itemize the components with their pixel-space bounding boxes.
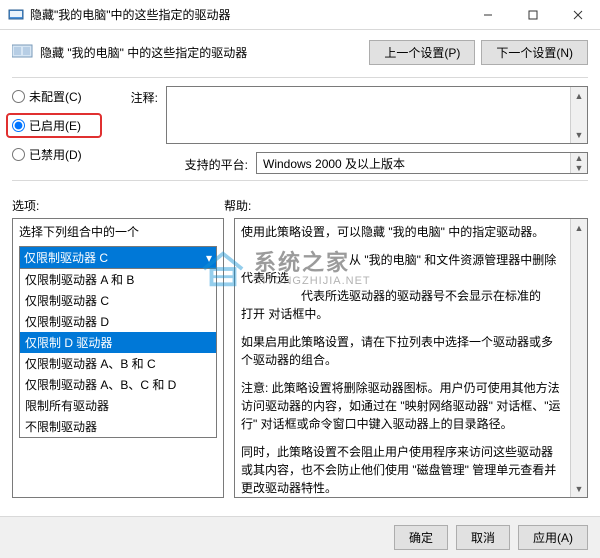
radio-disabled[interactable]: 已禁用(D) — [12, 146, 102, 163]
combo-option[interactable]: 不限制驱动器 — [20, 416, 216, 437]
combo-option[interactable]: 仅限制驱动器 A、B 和 C — [20, 353, 216, 374]
window-controls — [465, 0, 600, 29]
dialog-footer: 确定 取消 应用(A) — [0, 516, 600, 558]
scroll-up-icon[interactable]: ▲ — [571, 219, 587, 236]
help-header: 帮助: — [224, 197, 588, 214]
comment-textbox[interactable]: ▲ ▼ — [166, 86, 588, 144]
apply-button[interactable]: 应用(A) — [518, 525, 588, 550]
help-p2: 隐藏占位文字段落占从 "我的电脑" 和文件资源管理器中删除代表所选 占位文字段代… — [241, 251, 564, 323]
header-subtitle: 隐藏 "我的电脑" 中的这些指定的驱动器 — [40, 44, 247, 61]
help-p1: 使用此策略设置，可以隐藏 "我的电脑" 中的指定驱动器。 — [241, 223, 564, 241]
radio-disabled-input[interactable] — [12, 148, 25, 161]
combo-option[interactable]: 仅限制驱动器 D — [20, 311, 216, 332]
radio-not-configured-label: 未配置(C) — [29, 88, 82, 105]
options-heading: 选择下列组合中的一个 — [13, 219, 223, 246]
state-radio-group: 未配置(C) 已启用(E) 已禁用(D) — [12, 86, 102, 174]
combo-option[interactable]: 限制所有驱动器 — [20, 395, 216, 416]
ok-button[interactable]: 确定 — [394, 525, 448, 550]
combo-option[interactable]: 仅限制驱动器 A 和 B — [20, 269, 216, 290]
comment-label: 注释: — [102, 86, 166, 144]
radio-enabled-highlight: 已启用(E) — [6, 113, 102, 138]
platform-label: 支持的平台: — [102, 153, 256, 173]
maximize-button[interactable] — [510, 0, 555, 29]
prev-setting-button[interactable]: 上一个设置(P) — [369, 40, 475, 65]
platform-box: Windows 2000 及以上版本 ▲ ▼ — [256, 152, 588, 174]
radio-disabled-label: 已禁用(D) — [29, 146, 82, 163]
combo-option[interactable]: 仅限制 D 驱动器 — [20, 332, 216, 353]
options-header: 选项: — [12, 197, 224, 214]
options-panel: 选择下列组合中的一个 仅限制驱动器 C ▾ 仅限制驱动器 A 和 B仅限制驱动器… — [12, 218, 224, 498]
scroll-down-icon[interactable]: ▼ — [571, 126, 587, 143]
comment-scrollbar[interactable]: ▲ ▼ — [570, 87, 587, 143]
radio-enabled-input[interactable] — [12, 119, 25, 132]
app-icon — [8, 7, 24, 23]
options-combobox[interactable]: 仅限制驱动器 C ▾ 仅限制驱动器 A 和 B仅限制驱动器 C仅限制驱动器 D仅… — [19, 246, 217, 438]
help-p4: 注意: 此策略设置将删除驱动器图标。用户仍可使用其他方法访问驱动器的内容，如通过… — [241, 379, 564, 433]
separator — [12, 77, 588, 78]
radio-not-configured-input[interactable] — [12, 90, 25, 103]
platform-scrollbar[interactable]: ▲ ▼ — [570, 153, 587, 173]
separator — [12, 180, 588, 181]
radio-enabled[interactable]: 已启用(E) — [12, 117, 96, 134]
window-title: 隐藏"我的电脑"中的这些指定的驱动器 — [30, 6, 231, 23]
next-setting-button[interactable]: 下一个设置(N) — [481, 40, 588, 65]
scroll-down-icon[interactable]: ▼ — [571, 480, 587, 497]
scroll-down-icon[interactable]: ▼ — [571, 163, 587, 173]
scroll-up-icon[interactable]: ▲ — [571, 153, 587, 163]
help-p5: 同时，此策略设置不会阻止用户使用程序来访问这些驱动器或其内容，也不会防止他们使用… — [241, 443, 564, 497]
combo-selected-text: 仅限制驱动器 C — [24, 249, 108, 266]
policy-icon — [12, 42, 34, 63]
radio-not-configured[interactable]: 未配置(C) — [12, 88, 102, 105]
help-scrollbar[interactable]: ▲ ▼ — [570, 219, 587, 497]
radio-enabled-label: 已启用(E) — [29, 117, 81, 134]
minimize-button[interactable] — [465, 0, 510, 29]
cancel-button[interactable]: 取消 — [456, 525, 510, 550]
close-button[interactable] — [555, 0, 600, 29]
combo-dropdown-list: 仅限制驱动器 A 和 B仅限制驱动器 C仅限制驱动器 D仅限制 D 驱动器仅限制… — [20, 268, 216, 437]
scroll-up-icon[interactable]: ▲ — [571, 87, 587, 104]
combo-selected[interactable]: 仅限制驱动器 C ▾ — [20, 247, 216, 268]
help-text: 使用此策略设置，可以隐藏 "我的电脑" 中的指定驱动器。 隐藏占位文字段落占从 … — [235, 219, 570, 497]
platform-value: Windows 2000 及以上版本 — [263, 155, 405, 172]
chevron-down-icon: ▾ — [206, 251, 212, 265]
help-p3: 如果启用此策略设置，请在下拉列表中选择一个驱动器或多个驱动器的组合。 — [241, 333, 564, 369]
title-bar: 隐藏"我的电脑"中的这些指定的驱动器 — [0, 0, 600, 30]
help-panel: 使用此策略设置，可以隐藏 "我的电脑" 中的指定驱动器。 隐藏占位文字段落占从 … — [234, 218, 588, 498]
combo-option[interactable]: 仅限制驱动器 C — [20, 290, 216, 311]
combo-option[interactable]: 仅限制驱动器 A、B、C 和 D — [20, 374, 216, 395]
